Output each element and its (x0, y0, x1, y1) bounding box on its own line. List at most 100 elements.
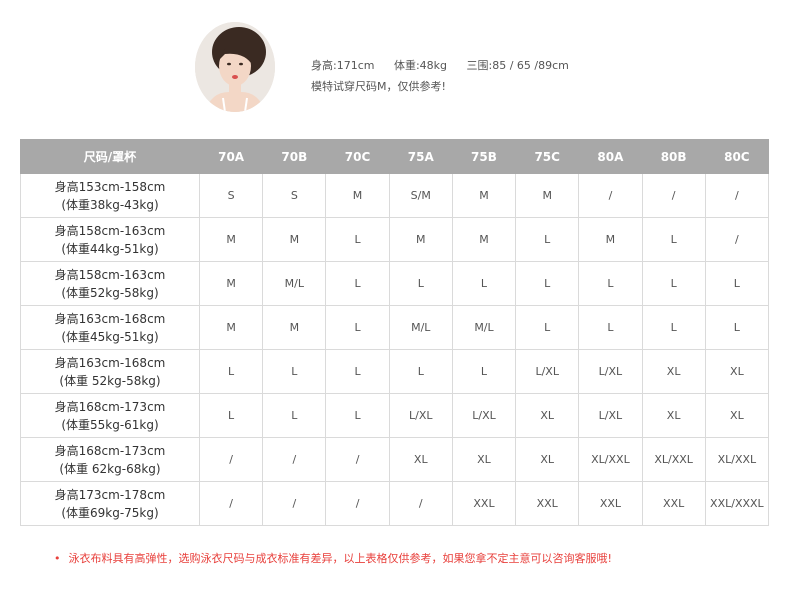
note-text: 泳衣布料具有高弹性，选购泳衣尺码与成衣标准有差异，以上表格仅供参考，如果您拿不定… (68, 552, 612, 565)
size-cell: L (704, 305, 770, 350)
size-cell: M (198, 217, 264, 262)
table-row: 身高168cm-173cm (体重55kg-61kg) L L L L/XL L/XL XL L… (20, 393, 770, 438)
column-header: 70B (262, 139, 327, 174)
size-cell: L (578, 261, 643, 306)
size-cell: L (578, 305, 643, 350)
size-cell: / (578, 173, 643, 218)
size-cell: XL (704, 349, 770, 394)
size-cell: M/L (388, 305, 453, 350)
size-cell: S (262, 173, 327, 218)
table-row: 身高158cm-163cm (体重52kg-58kg) M M/L L L L L L L L (20, 261, 770, 306)
size-cell: L/XL (388, 393, 453, 438)
size-cell: L/XL (578, 349, 643, 394)
row-weight-range: (体重 62kg-68kg) (59, 461, 161, 476)
table-row: 身高163cm-168cm (体重45kg-51kg) M M L M/L M/L L L L L (20, 305, 770, 350)
size-cell: XXL (641, 481, 706, 526)
column-header: 80C (704, 139, 770, 174)
size-cell: M/L (451, 305, 517, 350)
row-weight-range: (体重44kg-51kg) (61, 241, 159, 256)
model-info-block: 身高:171cm 体重:48kg 三围:85 / 65 /89cm 模特试穿尺码… (195, 22, 615, 117)
size-cell: XL (641, 349, 706, 394)
size-cell: / (325, 481, 390, 526)
size-cell: / (198, 481, 264, 526)
size-cell: L (198, 349, 264, 394)
row-label: 身高153cm-158cm (体重38kg-43kg) (20, 173, 200, 218)
model-avatar (195, 22, 275, 112)
size-cell: XXL (451, 481, 517, 526)
row-height-range: 身高173cm-178cm (54, 487, 166, 502)
row-weight-range: (体重69kg-75kg) (61, 505, 159, 520)
size-cell: L (641, 305, 706, 350)
row-label: 身高158cm-163cm (体重44kg-51kg) (20, 217, 200, 262)
model-size-note: 模特试穿尺码M，仅供参考! (311, 80, 446, 93)
size-cell: L (388, 261, 453, 306)
size-cell: / (198, 437, 264, 482)
size-cell: L (325, 393, 390, 438)
size-cell: L (262, 349, 327, 394)
size-cell: XXL (515, 481, 580, 526)
size-chart-table: 尺码/罩杯 70A 70B 70C 75A 75B 75C 80A 80B 80… (20, 139, 770, 526)
size-cell: M (198, 305, 264, 350)
table-row: 身高168cm-173cm (体重 62kg-68kg) / / / XL XL XL XL/X… (20, 437, 770, 482)
size-cell: M (262, 217, 327, 262)
size-cell: XL (388, 437, 453, 482)
size-cell: / (262, 481, 327, 526)
column-header: 70C (325, 139, 390, 174)
table-row: 身高153cm-158cm (体重38kg-43kg) S S M S/M M M / / / (20, 173, 770, 218)
model-weight: 体重:48kg (393, 59, 448, 72)
size-chart-body: 身高153cm-158cm (体重38kg-43kg) S S M S/M M M / / / 身高1… (20, 173, 770, 526)
row-label: 身高163cm-168cm (体重 52kg-58kg) (20, 349, 200, 394)
size-cup-header: 尺码/罩杯 (20, 139, 200, 174)
column-header: 75C (515, 139, 580, 174)
row-height-range: 身高168cm-173cm (54, 443, 166, 458)
size-cell: L (325, 217, 390, 262)
size-cell: L/XL (451, 393, 517, 438)
size-cell: M/L (262, 261, 327, 306)
size-cell: XL/XXL (641, 437, 706, 482)
row-height-range: 身高153cm-158cm (54, 179, 166, 194)
size-cell: XL (641, 393, 706, 438)
note-bullet: • (54, 552, 61, 565)
size-cell: / (704, 173, 770, 218)
size-cell: M (515, 173, 580, 218)
size-cell: XL (515, 437, 580, 482)
size-cell: L (325, 261, 390, 306)
size-cell: XL (515, 393, 580, 438)
row-label: 身高158cm-163cm (体重52kg-58kg) (20, 261, 200, 306)
row-height-range: 身高158cm-163cm (54, 223, 166, 238)
size-cell: L (515, 261, 580, 306)
size-cell: M (451, 217, 517, 262)
table-row: 身高163cm-168cm (体重 52kg-58kg) L L L L L L/XL L/XL… (20, 349, 770, 394)
row-height-range: 身高168cm-173cm (54, 399, 166, 414)
size-cell: L (325, 305, 390, 350)
row-height-range: 身高158cm-163cm (54, 267, 166, 282)
size-cell: L/XL (578, 393, 643, 438)
column-header: 75B (451, 139, 517, 174)
size-cell: XL (704, 393, 770, 438)
size-cell: L/XL (515, 349, 580, 394)
size-cell: L (451, 349, 517, 394)
size-cell: / (325, 437, 390, 482)
size-cell: L (325, 349, 390, 394)
size-cell: XL/XXL (578, 437, 643, 482)
column-header: 75A (388, 139, 453, 174)
size-cell: L (704, 261, 770, 306)
size-cell: XL (451, 437, 517, 482)
size-cell: L (641, 217, 706, 262)
row-label: 身高168cm-173cm (体重 62kg-68kg) (20, 437, 200, 482)
size-cell: / (388, 481, 453, 526)
model-stats-line: 身高:171cm 体重:48kg 三围:85 / 65 /89cm (311, 55, 585, 76)
size-cell: S/M (388, 173, 453, 218)
row-label: 身高163cm-168cm (体重45kg-51kg) (20, 305, 200, 350)
row-weight-range: (体重 52kg-58kg) (59, 373, 161, 388)
size-cell: L (515, 217, 580, 262)
column-header: 80A (578, 139, 643, 174)
size-cell: M (388, 217, 453, 262)
size-cell: XL/XXL (704, 437, 770, 482)
row-height-range: 身高163cm-168cm (54, 355, 166, 370)
size-cell: M (325, 173, 390, 218)
model-measurements-value: 三围:85 / 65 /89cm (466, 59, 569, 72)
size-cell: / (704, 217, 770, 262)
table-row: 身高158cm-163cm (体重44kg-51kg) M M L M M L M L / (20, 217, 770, 262)
model-measurements: 身高:171cm 体重:48kg 三围:85 / 65 /89cm 模特试穿尺码… (311, 55, 585, 97)
